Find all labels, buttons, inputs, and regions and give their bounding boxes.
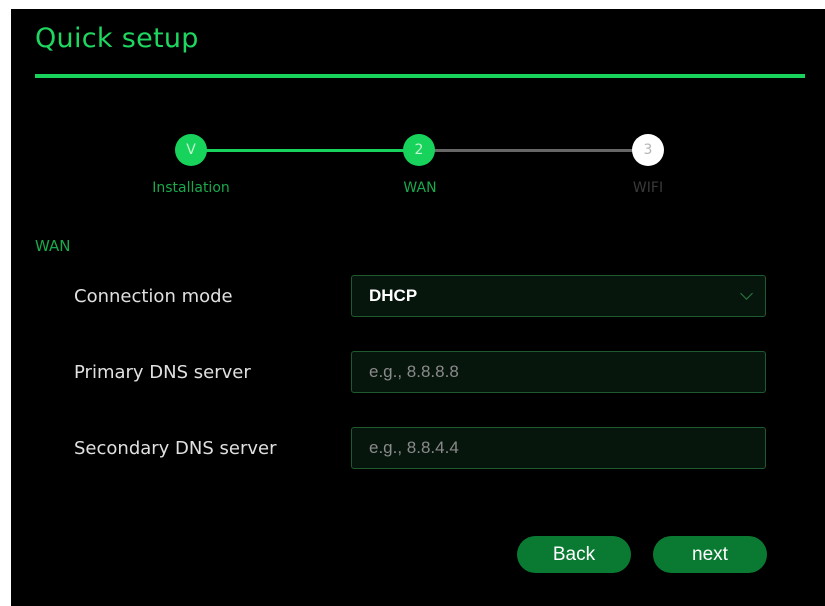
title-divider bbox=[35, 74, 805, 78]
step-1-label: Installation bbox=[152, 180, 230, 196]
step-1-marker: V bbox=[175, 134, 207, 166]
step-2-marker: 2 bbox=[403, 134, 435, 166]
stepper-remaining-line bbox=[419, 149, 649, 152]
secondary-dns-input[interactable]: e.g., 8.8.4.4 bbox=[351, 427, 766, 469]
primary-dns-label: Primary DNS server bbox=[74, 362, 251, 383]
step-2-number: 2 bbox=[414, 142, 424, 158]
primary-dns-input[interactable]: e.g., 8.8.8.8 bbox=[351, 351, 766, 393]
section-title: WAN bbox=[35, 237, 71, 255]
secondary-dns-label: Secondary DNS server bbox=[74, 438, 277, 459]
secondary-dns-placeholder: e.g., 8.8.4.4 bbox=[369, 438, 459, 457]
step-1-check: V bbox=[186, 142, 196, 158]
page-title: Quick setup bbox=[35, 23, 199, 54]
step-2-label: WAN bbox=[403, 180, 437, 196]
quick-setup-panel: Quick setup V 2 3 Installation WAN WIFI … bbox=[11, 9, 825, 606]
stepper-progress-line bbox=[196, 149, 419, 152]
back-button[interactable]: Back bbox=[517, 536, 631, 573]
step-3-marker: 3 bbox=[632, 134, 664, 166]
step-3-label: WIFI bbox=[632, 180, 664, 196]
step-3-number: 3 bbox=[643, 142, 653, 158]
connection-mode-label: Connection mode bbox=[74, 286, 233, 307]
connection-mode-value: DHCP bbox=[369, 286, 418, 305]
chevron-down-icon bbox=[740, 287, 753, 300]
next-button[interactable]: next bbox=[653, 536, 767, 573]
primary-dns-placeholder: e.g., 8.8.8.8 bbox=[369, 362, 459, 381]
connection-mode-select[interactable]: DHCP bbox=[351, 275, 766, 317]
